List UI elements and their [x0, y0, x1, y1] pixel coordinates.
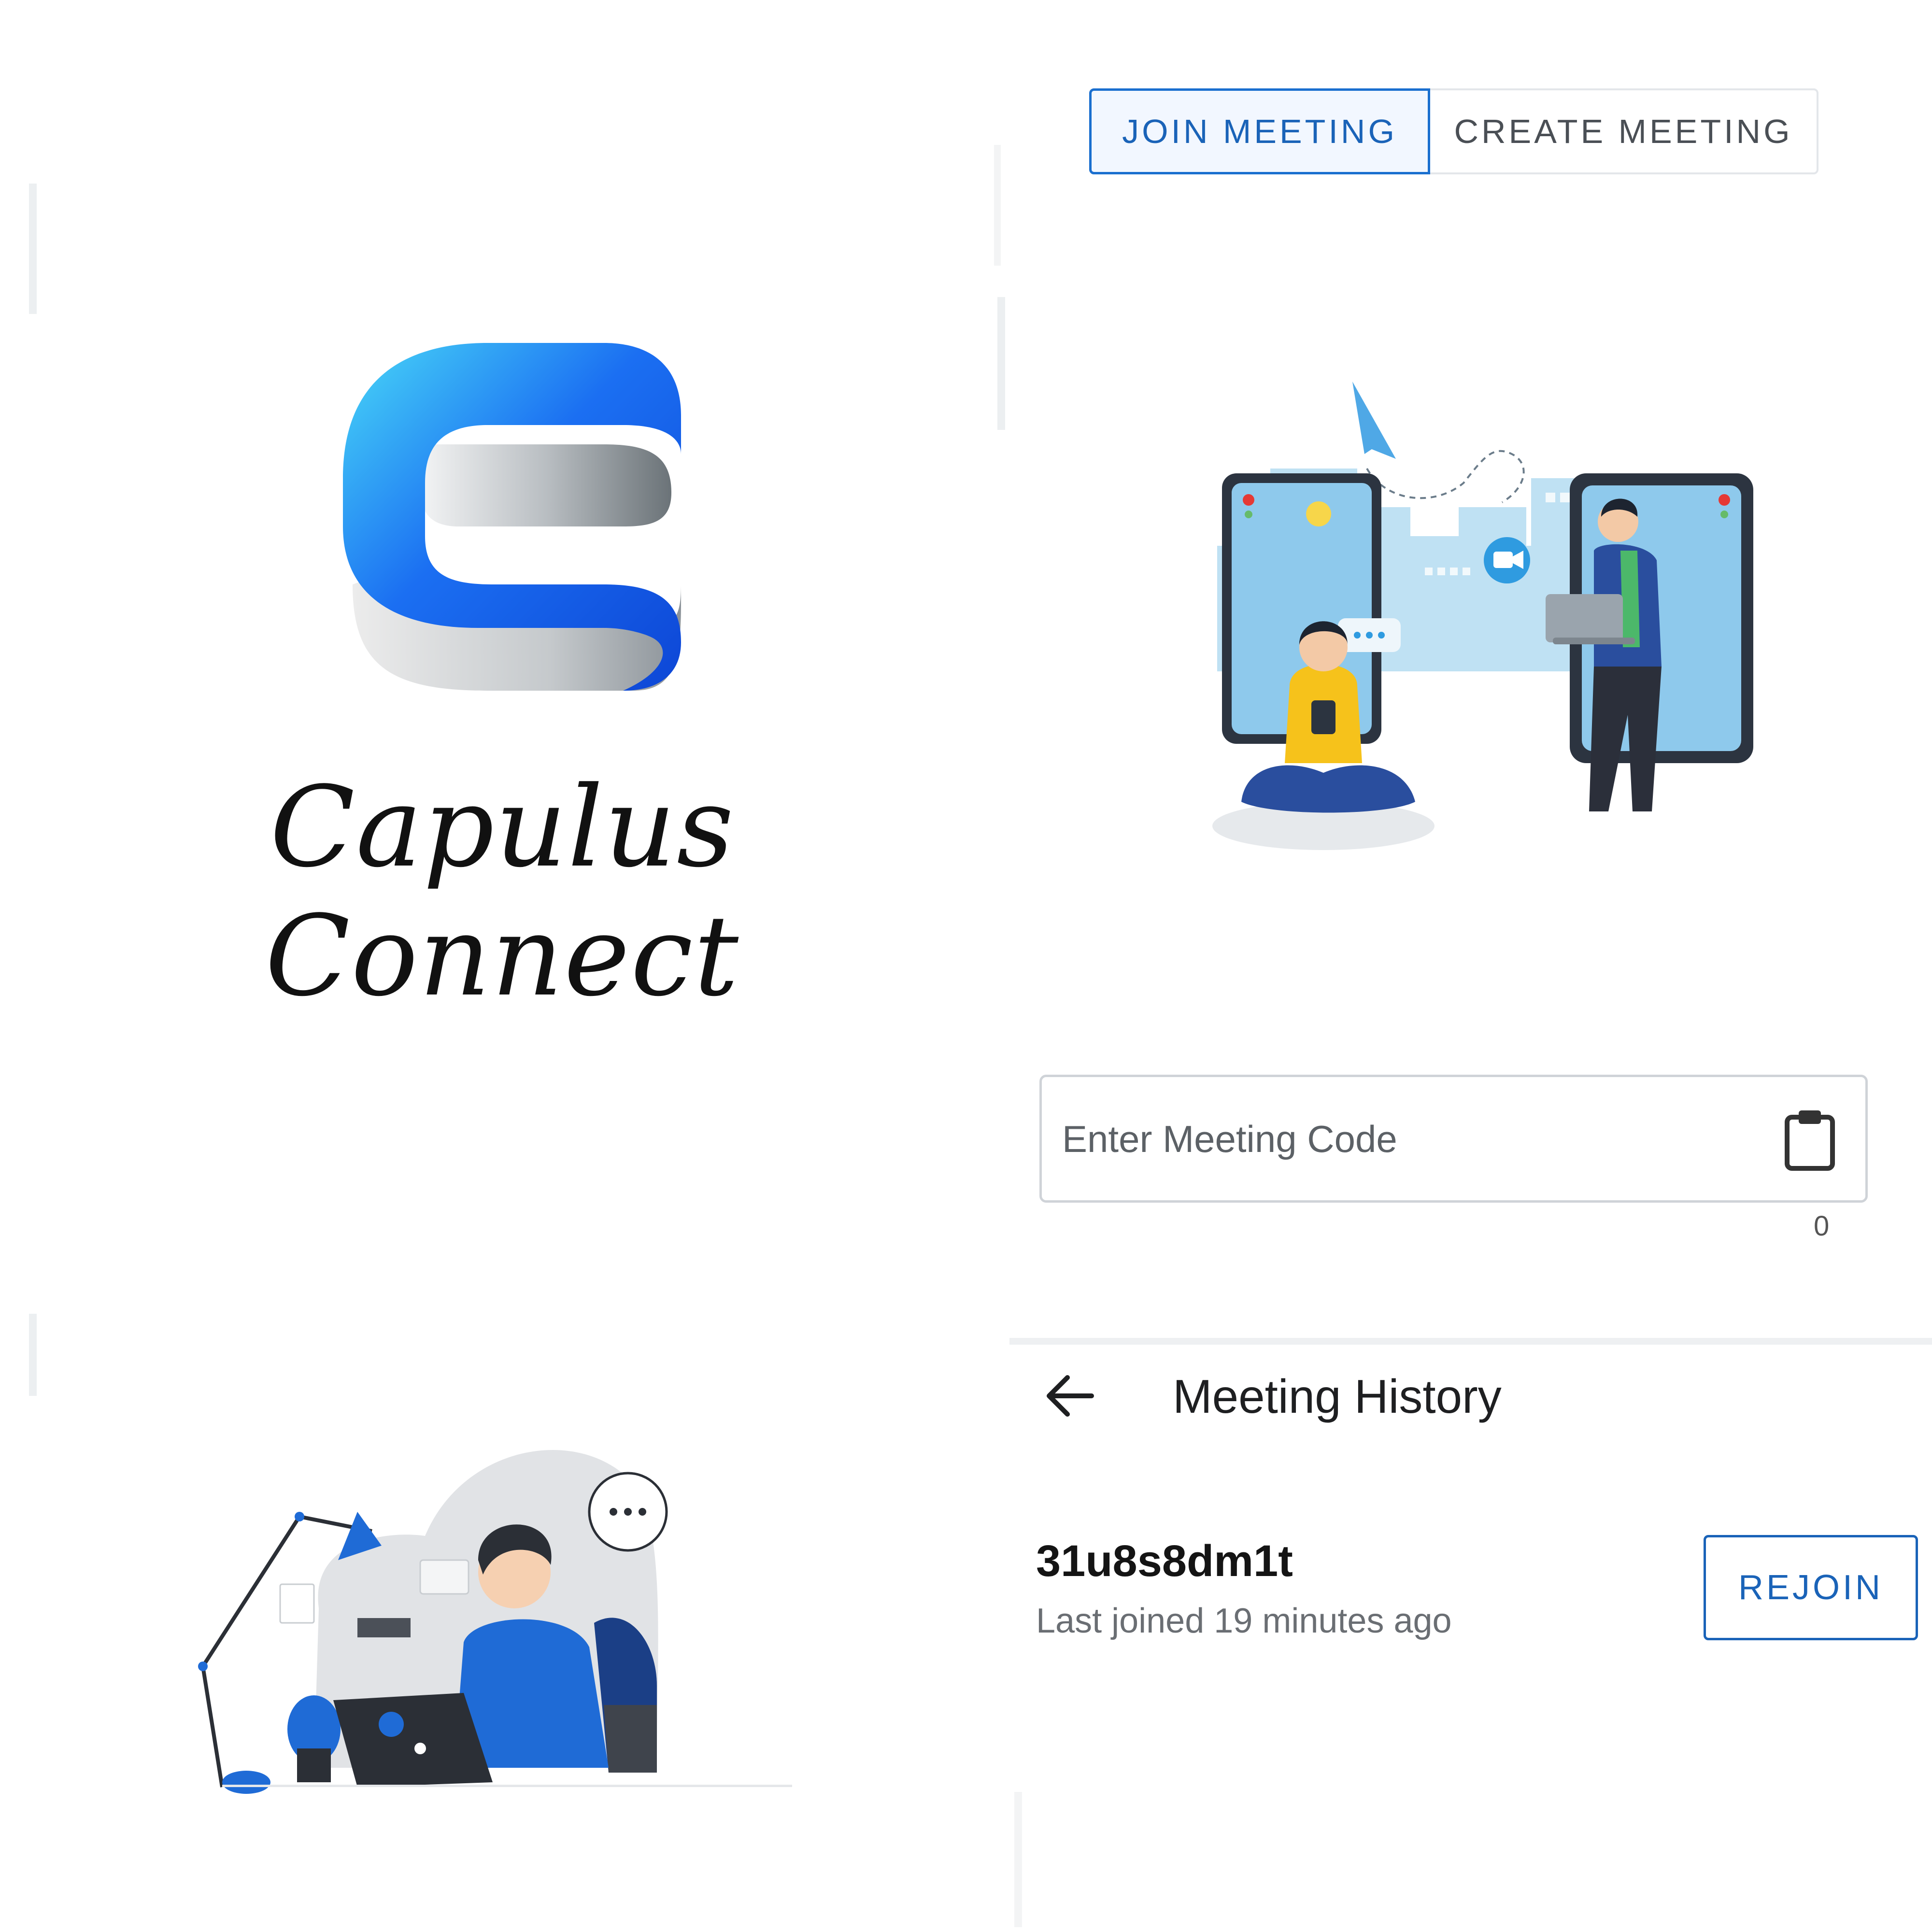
desk-worker-illustration	[198, 1449, 792, 1794]
arrow-left-icon[interactable]	[1043, 1372, 1096, 1420]
tab-join-meeting[interactable]: JOIN MEETING	[1089, 88, 1430, 174]
capulus-logo	[343, 343, 681, 691]
meeting-mode-tabs: JOIN MEETING CREATE MEETING	[1089, 88, 1818, 174]
clipboard-icon[interactable]	[1783, 1108, 1836, 1171]
divider	[1014, 1792, 1022, 1927]
meeting-code-field	[1039, 1075, 1868, 1203]
brand-name: Capulus Connect	[265, 763, 740, 1021]
meeting-code-input[interactable]	[1061, 1077, 1739, 1201]
divider	[994, 145, 1001, 266]
divider	[997, 297, 1005, 430]
video-call-illustration	[1212, 382, 1753, 850]
character-counter: 0	[1814, 1210, 1830, 1242]
divider	[29, 184, 37, 314]
history-last-joined: Last joined 19 minutes ago	[1036, 1602, 1452, 1640]
history-header-divider	[1009, 1338, 1932, 1345]
divider	[29, 1314, 37, 1396]
tab-create-meeting[interactable]: CREATE MEETING	[1430, 90, 1817, 172]
history-meeting-code: 31u8s8dm1t	[1036, 1536, 1293, 1586]
meeting-history-title: Meeting History	[1173, 1370, 1502, 1423]
rejoin-button[interactable]: REJOIN	[1704, 1535, 1918, 1640]
